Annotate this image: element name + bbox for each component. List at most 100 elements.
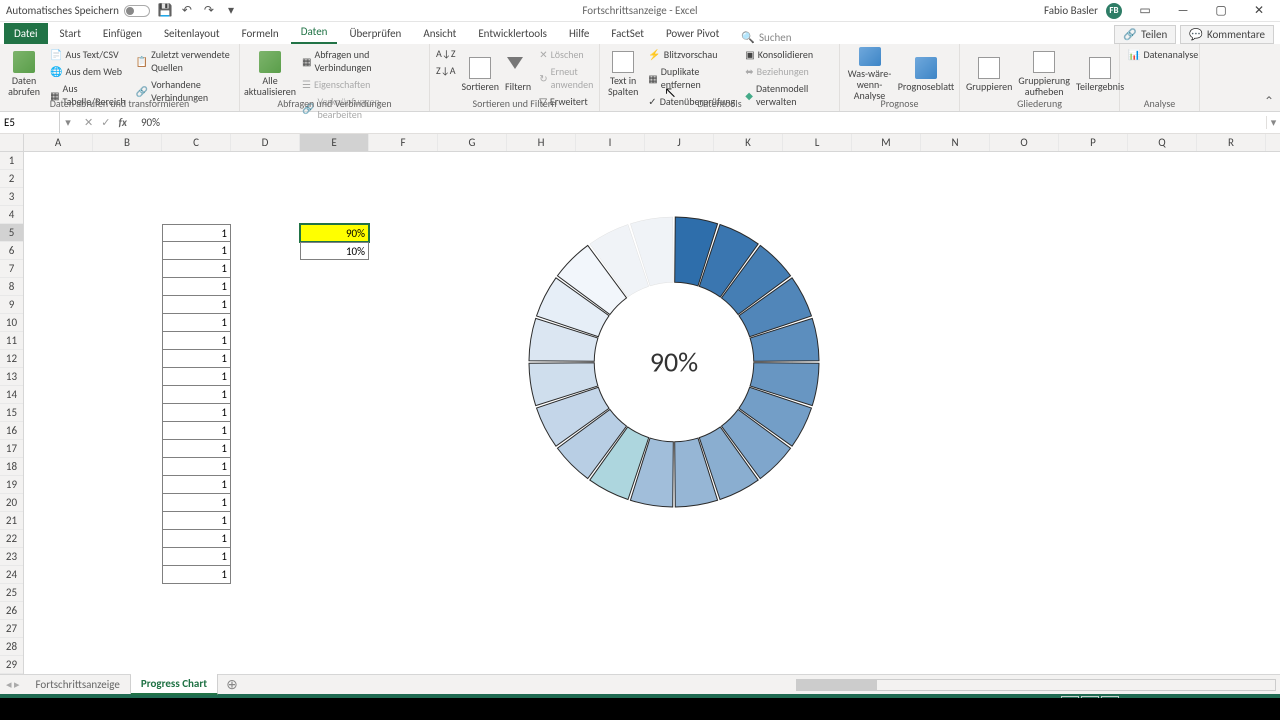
tab-data[interactable]: Daten: [291, 21, 338, 44]
column-header-P[interactable]: P: [1059, 134, 1128, 151]
cell-C23[interactable]: 1: [162, 548, 231, 566]
row-header-5[interactable]: 5: [0, 224, 23, 242]
column-header-Q[interactable]: Q: [1128, 134, 1197, 151]
row-header-11[interactable]: 11: [0, 332, 23, 350]
user-name[interactable]: Fabio Basler: [1044, 4, 1098, 17]
row-header-12[interactable]: 12: [0, 350, 23, 368]
cell-C8[interactable]: 1: [162, 278, 231, 296]
tab-insert[interactable]: Einfügen: [93, 23, 152, 44]
cell-C14[interactable]: 1: [162, 386, 231, 404]
whatif-button[interactable]: Was-wäre-wenn- Analyse: [846, 47, 893, 101]
autosave-toggle[interactable]: Automatisches Speichern: [6, 4, 150, 17]
row-header-29[interactable]: 29: [0, 656, 23, 674]
cell-C16[interactable]: 1: [162, 422, 231, 440]
cell-C21[interactable]: 1: [162, 512, 231, 530]
column-header-N[interactable]: N: [921, 134, 990, 151]
consolidate[interactable]: ▣Konsolidieren: [743, 47, 833, 62]
expand-formula-bar-icon[interactable]: ▾: [1266, 116, 1280, 129]
tab-help[interactable]: Hilfe: [559, 23, 599, 44]
add-sheet-button[interactable]: ⊕: [218, 676, 246, 693]
column-header-O[interactable]: O: [990, 134, 1059, 151]
minimize-button[interactable]: —: [1168, 4, 1198, 18]
cell-C11[interactable]: 1: [162, 332, 231, 350]
row-header-14[interactable]: 14: [0, 386, 23, 404]
row-header-27[interactable]: 27: [0, 620, 23, 638]
ribbon-display-icon[interactable]: ▭: [1130, 3, 1160, 18]
row-header-22[interactable]: 22: [0, 530, 23, 548]
row-header-4[interactable]: 4: [0, 206, 23, 224]
forecast-button[interactable]: Prognoseblatt: [899, 47, 953, 101]
row-header-3[interactable]: 3: [0, 188, 23, 206]
row-header-8[interactable]: 8: [0, 278, 23, 296]
subtotal-button[interactable]: Teilergebnis: [1076, 47, 1124, 101]
from-text-csv[interactable]: 📄Aus Text/CSV: [48, 47, 128, 62]
row-header-28[interactable]: 28: [0, 638, 23, 656]
column-header-K[interactable]: K: [714, 134, 783, 151]
comments-button[interactable]: 💬Kommentare: [1180, 25, 1274, 44]
tab-file[interactable]: Datei: [4, 23, 48, 44]
column-header-F[interactable]: F: [369, 134, 438, 151]
tab-devtools[interactable]: Entwicklertools: [468, 23, 557, 44]
cell-E6[interactable]: 10%: [300, 242, 369, 260]
name-box[interactable]: [0, 112, 60, 133]
cell-C15[interactable]: 1: [162, 404, 231, 422]
qat-customize-icon[interactable]: ▾: [224, 4, 238, 18]
cell-C5[interactable]: 1: [162, 224, 231, 242]
column-header-A[interactable]: A: [24, 134, 93, 151]
cell-E5[interactable]: 90%: [300, 224, 369, 242]
row-header-20[interactable]: 20: [0, 494, 23, 512]
sort-desc-button[interactable]: Z↓A: [436, 64, 456, 77]
cell-C19[interactable]: 1: [162, 476, 231, 494]
column-header-M[interactable]: M: [852, 134, 921, 151]
row-header-15[interactable]: 15: [0, 404, 23, 422]
row-header-1[interactable]: 1: [0, 152, 23, 170]
row-header-6[interactable]: 6: [0, 242, 23, 260]
remove-duplicates[interactable]: ▦Duplikate entfernen: [646, 64, 737, 92]
cell-C12[interactable]: 1: [162, 350, 231, 368]
tab-pagelayout[interactable]: Seitenlayout: [154, 23, 230, 44]
queries-connections[interactable]: ▦Abfragen und Verbindungen: [300, 47, 423, 75]
enter-icon[interactable]: ✓: [101, 116, 110, 129]
row-header-17[interactable]: 17: [0, 440, 23, 458]
from-web[interactable]: 🌐Aus dem Web: [48, 64, 128, 79]
tab-factset[interactable]: FactSet: [601, 23, 654, 44]
cell-C9[interactable]: 1: [162, 296, 231, 314]
close-button[interactable]: ✕: [1244, 3, 1274, 18]
cell-C7[interactable]: 1: [162, 260, 231, 278]
row-header-26[interactable]: 26: [0, 602, 23, 620]
row-header-16[interactable]: 16: [0, 422, 23, 440]
horizontal-scrollbar[interactable]: [796, 679, 1276, 691]
column-header-C[interactable]: C: [162, 134, 231, 151]
tab-start[interactable]: Start: [50, 23, 91, 44]
tab-view[interactable]: Ansicht: [413, 23, 466, 44]
column-header-J[interactable]: J: [645, 134, 714, 151]
row-header-21[interactable]: 21: [0, 512, 23, 530]
ungroup-button[interactable]: Gruppierung aufheben: [1018, 47, 1070, 101]
tab-review[interactable]: Überprüfen: [339, 23, 411, 44]
cell-C18[interactable]: 1: [162, 458, 231, 476]
donut-chart[interactable]: 90%: [514, 202, 834, 522]
row-header-9[interactable]: 9: [0, 296, 23, 314]
tab-formulas[interactable]: Formeln: [232, 23, 289, 44]
column-header-E[interactable]: E: [300, 134, 369, 151]
sort-button[interactable]: Sortieren: [462, 47, 500, 101]
sort-asc-button[interactable]: A↓Z: [436, 47, 456, 60]
cancel-icon[interactable]: ✕: [84, 116, 93, 129]
fx-icon[interactable]: fx: [118, 116, 127, 129]
cell-C13[interactable]: 1: [162, 368, 231, 386]
cell-C6[interactable]: 1: [162, 242, 231, 260]
cell-C22[interactable]: 1: [162, 530, 231, 548]
row-header-13[interactable]: 13: [0, 368, 23, 386]
refresh-all-button[interactable]: Alle aktualisieren: [246, 47, 294, 101]
column-header-H[interactable]: H: [507, 134, 576, 151]
flash-fill[interactable]: ⚡Blitzvorschau: [646, 47, 737, 62]
text-to-columns-button[interactable]: Text in Spalten: [606, 47, 640, 101]
tell-me-search[interactable]: 🔍 Suchen: [741, 31, 791, 44]
get-data-button[interactable]: Daten abrufen: [6, 47, 42, 101]
column-header-R[interactable]: R: [1197, 134, 1266, 151]
recent-sources[interactable]: 📋Zuletzt verwendete Quellen: [134, 47, 233, 75]
row-header-25[interactable]: 25: [0, 584, 23, 602]
row-header-10[interactable]: 10: [0, 314, 23, 332]
tab-powerpivot[interactable]: Power Pivot: [656, 23, 729, 44]
row-header-7[interactable]: 7: [0, 260, 23, 278]
